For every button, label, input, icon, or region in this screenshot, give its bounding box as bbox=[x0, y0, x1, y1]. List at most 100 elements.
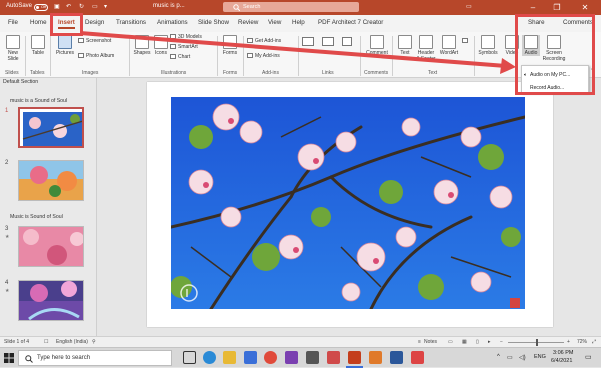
file-explorer-icon[interactable] bbox=[223, 351, 236, 364]
redo-icon[interactable]: ↻ bbox=[79, 3, 84, 10]
section-header-1[interactable]: music is a Sound of Soul bbox=[10, 98, 67, 104]
undo-icon[interactable]: ↶ bbox=[66, 3, 71, 10]
table-button[interactable]: Table bbox=[29, 35, 47, 56]
audio-speaker-icon[interactable] bbox=[510, 298, 520, 308]
notes-button[interactable]: Notes bbox=[424, 339, 437, 345]
text-extra-icon[interactable] bbox=[462, 38, 470, 44]
slideshow-view-icon[interactable]: ▸ bbox=[488, 339, 491, 345]
normal-view-icon[interactable]: ▭ bbox=[448, 339, 453, 345]
volume-icon[interactable]: ◁) bbox=[519, 354, 526, 361]
accessibility-icon[interactable]: ⚲ bbox=[92, 339, 96, 345]
group-separator bbox=[25, 36, 26, 76]
slide-thumbnail-3[interactable] bbox=[18, 226, 84, 267]
task-view-icon[interactable] bbox=[183, 351, 196, 364]
tab-design[interactable]: Design bbox=[85, 19, 104, 26]
slide-sorter-icon[interactable]: ▦ bbox=[462, 339, 467, 345]
slide-thumbnail-4[interactable] bbox=[18, 280, 84, 321]
tab-home[interactable]: Home bbox=[30, 19, 47, 26]
chart-button[interactable]: Chart bbox=[170, 54, 190, 60]
get-addins-button[interactable]: Get Add-ins bbox=[247, 38, 281, 44]
clock-date[interactable]: 6/4/2021 bbox=[551, 358, 572, 364]
clock-time[interactable]: 3:06 PM bbox=[553, 350, 573, 356]
link-button[interactable] bbox=[322, 37, 336, 46]
tray-arrow-icon[interactable]: ^ bbox=[497, 354, 500, 360]
windows-start-icon[interactable] bbox=[4, 353, 14, 363]
tab-transitions[interactable]: Transitions bbox=[116, 19, 146, 26]
slide-number-4: 4 bbox=[5, 280, 9, 286]
group-label-tables: Tables bbox=[30, 70, 45, 76]
new-slide-label: New Slide bbox=[7, 50, 19, 62]
powerpoint-icon[interactable] bbox=[348, 351, 361, 364]
tab-pdf-architect[interactable]: PDF Architect 7 Creator bbox=[318, 19, 383, 26]
reading-view-icon[interactable]: ▯ bbox=[476, 339, 479, 345]
section-header-default[interactable]: Default Section bbox=[3, 79, 38, 85]
edge-icon[interactable] bbox=[203, 351, 216, 364]
header-footer-icon bbox=[419, 35, 433, 49]
group-separator bbox=[129, 36, 130, 76]
comment-button[interactable]: Comment bbox=[364, 35, 390, 56]
smartart-button[interactable]: SmartArt bbox=[170, 44, 198, 50]
header-footer-button[interactable]: Header & Footer bbox=[416, 35, 436, 62]
tab-help[interactable]: Help bbox=[292, 19, 305, 26]
icons-button[interactable]: Icons bbox=[153, 35, 169, 56]
wordart-icon bbox=[442, 35, 456, 49]
taskbar-search-box[interactable]: Type here to search bbox=[18, 350, 172, 366]
tab-view[interactable]: View bbox=[268, 19, 281, 26]
new-slide-button[interactable]: New Slide bbox=[3, 35, 23, 62]
photo-album-button[interactable]: Photo Album bbox=[78, 53, 114, 59]
ribbon-display-icon[interactable]: ▭ bbox=[466, 3, 472, 10]
slide-photo-cherry-blossoms[interactable] bbox=[171, 97, 525, 309]
app-icon[interactable] bbox=[306, 351, 319, 364]
search-box[interactable]: Search bbox=[223, 2, 359, 12]
text-box-button[interactable]: Text bbox=[396, 35, 414, 56]
tab-file[interactable]: File bbox=[8, 19, 18, 26]
present-icon[interactable]: ▭ bbox=[92, 3, 98, 10]
app-icon[interactable] bbox=[327, 351, 340, 364]
text-label: Text bbox=[400, 50, 410, 56]
slide-number-2: 2 bbox=[5, 160, 9, 166]
zoom-link-button[interactable] bbox=[302, 37, 316, 46]
tab-review[interactable]: Review bbox=[238, 19, 258, 26]
wordart-button[interactable]: WordArt bbox=[438, 35, 460, 56]
fit-slide-icon[interactable]: ⤢ bbox=[592, 339, 596, 345]
store-icon[interactable] bbox=[244, 351, 257, 364]
tab-slide-show[interactable]: Slide Show bbox=[198, 19, 229, 26]
minimize-button[interactable]: – bbox=[524, 1, 542, 14]
section-header-2[interactable]: Music is Sound of Soul bbox=[10, 214, 63, 220]
group-label-addins: Add-ins bbox=[262, 70, 279, 76]
zoom-level[interactable]: 72% bbox=[577, 339, 587, 345]
my-addins-button[interactable]: My Add-ins bbox=[247, 53, 280, 59]
spell-check-icon[interactable]: ☐ bbox=[44, 339, 48, 345]
notification-icon[interactable]: ▭ bbox=[585, 353, 592, 361]
close-button[interactable]: ✕ bbox=[576, 1, 594, 14]
autosave-toggle[interactable]: Off bbox=[34, 4, 48, 11]
shapes-button[interactable]: Shapes bbox=[133, 35, 151, 56]
pictures-button[interactable]: Pictures bbox=[54, 35, 76, 56]
tab-animations[interactable]: Animations bbox=[157, 19, 188, 26]
customize-qat-icon[interactable]: ▾ bbox=[104, 3, 107, 10]
network-icon[interactable]: ▭ bbox=[507, 354, 513, 361]
search-icon bbox=[25, 355, 33, 363]
screenshot-button[interactable]: Screenshot bbox=[78, 38, 111, 44]
zoom-slider-thumb[interactable] bbox=[536, 339, 538, 346]
save-icon[interactable]: ▣ bbox=[54, 3, 60, 10]
action-button[interactable] bbox=[342, 37, 354, 46]
new-slide-icon bbox=[6, 35, 20, 49]
app-icon[interactable] bbox=[285, 351, 298, 364]
zoom-out-icon[interactable]: − bbox=[500, 339, 503, 345]
photo-album-icon bbox=[78, 53, 84, 59]
app-icon[interactable] bbox=[411, 351, 424, 364]
zoom-in-icon[interactable]: + bbox=[567, 339, 570, 345]
restore-button[interactable]: ❐ bbox=[548, 1, 566, 14]
language-status[interactable]: English (India) bbox=[56, 339, 88, 345]
app-icon[interactable] bbox=[369, 351, 382, 364]
3d-models-button[interactable]: 3D Models bbox=[170, 34, 202, 40]
shapes-label: Shapes bbox=[133, 50, 151, 56]
slide-thumbnail-2[interactable] bbox=[18, 160, 84, 201]
chrome-icon[interactable] bbox=[264, 351, 277, 364]
forms-button[interactable]: Forms bbox=[221, 35, 239, 56]
slide-thumbnail-1[interactable] bbox=[18, 107, 84, 148]
symbols-button[interactable]: Symbols bbox=[477, 35, 499, 56]
word-icon[interactable] bbox=[390, 351, 403, 364]
input-language[interactable]: ENG bbox=[534, 354, 546, 360]
